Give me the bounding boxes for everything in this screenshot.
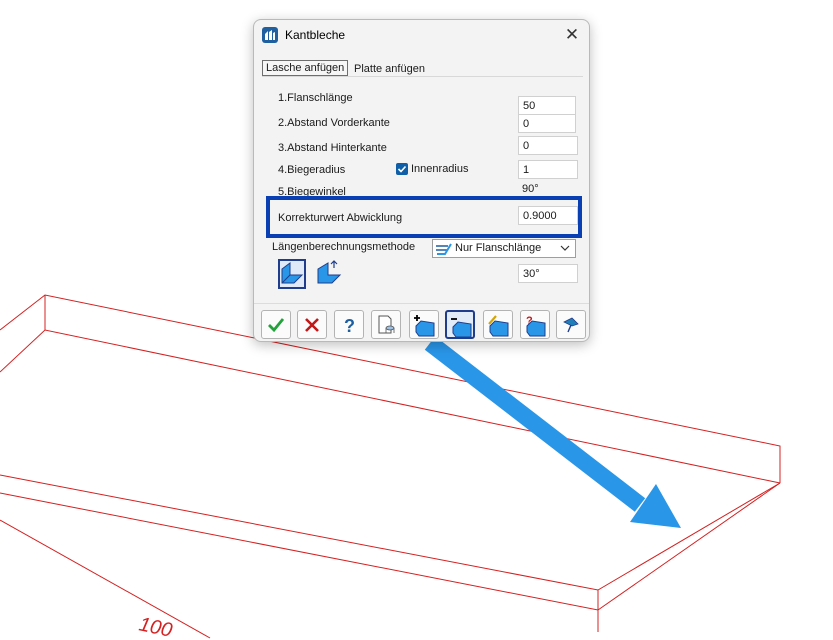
edit-flange-icon (488, 315, 509, 337)
tab-lasche-anfuegen[interactable]: Lasche anfügen (262, 60, 349, 76)
ok-button[interactable] (261, 310, 291, 339)
query-flange-icon: ? (526, 315, 546, 337)
remove-flange-button[interactable] (445, 310, 475, 339)
dimension-label: 100 (137, 613, 174, 640)
abstand-hinterkante-label: 3.Abstand Hinterkante (278, 142, 387, 154)
add-flange-button[interactable] (409, 310, 439, 339)
flange-length-icon (436, 243, 452, 255)
bend-inner-icon (281, 262, 304, 284)
query-flange-button[interactable]: ? (520, 310, 550, 339)
laengenberechnung-value: Nur Flanschlänge (455, 242, 542, 254)
korrekturwert-input[interactable]: 0.9000 (518, 206, 578, 225)
edit-flange-button[interactable] (483, 310, 513, 339)
close-icon: ✕ (564, 25, 580, 44)
help-button[interactable]: ? (334, 310, 364, 339)
add-flange-icon (414, 315, 435, 337)
app-icon (262, 27, 278, 43)
laengenberechnung-label: Längenberechnungsmethode (272, 241, 416, 253)
winkel-input[interactable]: 30° (518, 264, 578, 283)
abstand-hinterkante-input[interactable]: 0 (518, 136, 578, 155)
pin-button[interactable] (556, 310, 586, 339)
database-button[interactable] (371, 310, 401, 339)
svg-text:?: ? (344, 316, 355, 336)
abstand-vorderkante-input[interactable]: 0 (518, 114, 576, 133)
window-title: Kantbleche (285, 28, 346, 42)
biegeradius-input[interactable]: 1 (518, 160, 578, 179)
close-button[interactable]: ✕ (561, 25, 583, 45)
pin-icon (563, 317, 579, 333)
laengenberechnung-select[interactable]: Nur Flanschlänge (432, 239, 576, 258)
plate-wireframe (0, 294, 781, 639)
cancel-icon (305, 318, 319, 332)
flanschlaenge-input[interactable]: 50 (518, 96, 576, 115)
cancel-button[interactable] (297, 310, 327, 339)
bend-inner-button[interactable] (278, 259, 306, 289)
bend-outer-button[interactable] (314, 259, 342, 289)
innenradius-checkbox[interactable] (396, 163, 408, 175)
kantbleche-dialog: Kantbleche ✕ Lasche anfügen Platte anfüg… (253, 19, 590, 342)
biegeradius-label: 4.Biegeradius (278, 164, 346, 176)
svg-text:?: ? (526, 315, 533, 327)
remove-flange-icon (451, 318, 472, 338)
flanschlaenge-label: 1.Flanschlänge (278, 92, 353, 104)
tab-platte-anfuegen[interactable]: Platte anfügen (351, 62, 428, 76)
document-database-icon (378, 315, 395, 334)
bend-outer-icon (317, 260, 342, 284)
korrekturwert-label: Korrekturwert Abwicklung (278, 212, 403, 224)
abstand-vorderkante-label: 2.Abstand Vorderkante (278, 117, 390, 129)
title-bar[interactable]: Kantbleche ✕ (254, 20, 589, 50)
checkmark-icon (397, 165, 407, 173)
question-icon: ? (344, 316, 355, 336)
toolbar-separator (254, 303, 589, 304)
pointer-arrow (424, 336, 681, 528)
check-icon (268, 318, 285, 333)
innenradius-label: Innenradius (411, 163, 469, 175)
chevron-down-icon (560, 245, 570, 251)
